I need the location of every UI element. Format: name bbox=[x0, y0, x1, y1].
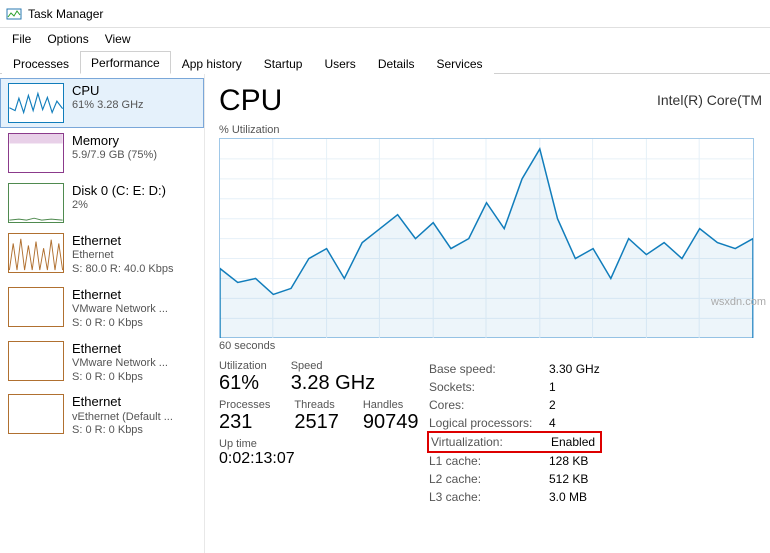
detail-pane: CPU Intel(R) Core(TM % Utilization 60 se… bbox=[205, 74, 770, 553]
detail-title: CPU bbox=[219, 84, 282, 118]
info-key: L1 cache: bbox=[429, 452, 549, 470]
uptime-value: 0:02:13:07 bbox=[219, 450, 429, 468]
processes-label: Processes bbox=[219, 399, 270, 411]
utilization-label: Utilization bbox=[219, 360, 267, 372]
content: CPU 61% 3.28 GHz Memory 5.9/7.9 GB (75%)… bbox=[0, 74, 770, 553]
window-title: Task Manager bbox=[28, 7, 103, 21]
sidebar-item-disk[interactable]: Disk 0 (C: E: D:) 2% bbox=[0, 178, 204, 228]
sidebar-item-label: Disk 0 (C: E: D:) bbox=[72, 183, 166, 199]
sidebar-item-sub2: S: 0 R: 0 Kbps bbox=[72, 424, 173, 438]
info-value: 1 bbox=[549, 378, 556, 396]
chart-footer: 60 seconds bbox=[219, 340, 762, 352]
sidebar-item-ethernet-4[interactable]: Ethernet vEthernet (Default ... S: 0 R: … bbox=[0, 389, 204, 443]
chart-label: % Utilization bbox=[219, 124, 762, 136]
sidebar-item-cpu[interactable]: CPU 61% 3.28 GHz bbox=[0, 78, 204, 128]
threads-label: Threads bbox=[294, 399, 339, 411]
uptime-label: Up time bbox=[219, 438, 429, 450]
info-value: 4 bbox=[549, 414, 556, 432]
sidebar-item-ethernet-2[interactable]: Ethernet VMware Network ... S: 0 R: 0 Kb… bbox=[0, 282, 204, 336]
disk-thumb-icon bbox=[8, 183, 64, 223]
info-row: Virtualization:Enabled bbox=[427, 431, 602, 453]
cpu-utilization-chart bbox=[219, 138, 754, 338]
info-value: 128 KB bbox=[549, 452, 588, 470]
sidebar-item-ethernet-3[interactable]: Ethernet VMware Network ... S: 0 R: 0 Kb… bbox=[0, 336, 204, 390]
info-table: Base speed:3.30 GHzSockets:1Cores:2Logic… bbox=[429, 360, 600, 506]
info-row: Sockets:1 bbox=[429, 378, 600, 396]
processes-value: 231 bbox=[219, 411, 270, 434]
sidebar-item-sub: 2% bbox=[72, 199, 166, 213]
sidebar-item-sub2: S: 80.0 R: 40.0 Kbps bbox=[72, 263, 174, 277]
tab-details[interactable]: Details bbox=[367, 52, 426, 74]
app-icon bbox=[6, 6, 22, 22]
info-row: Base speed:3.30 GHz bbox=[429, 360, 600, 378]
info-key: Base speed: bbox=[429, 360, 549, 378]
utilization-value: 61% bbox=[219, 372, 267, 395]
sidebar-item-sub: 61% 3.28 GHz bbox=[72, 99, 144, 113]
tab-startup[interactable]: Startup bbox=[253, 52, 314, 74]
info-row: Cores:2 bbox=[429, 396, 600, 414]
cpu-model: Intel(R) Core(TM bbox=[657, 84, 762, 108]
sidebar-item-ethernet-1[interactable]: Ethernet Ethernet S: 80.0 R: 40.0 Kbps bbox=[0, 228, 204, 282]
tab-users[interactable]: Users bbox=[313, 52, 366, 74]
sidebar-item-sub: 5.9/7.9 GB (75%) bbox=[72, 149, 157, 163]
sidebar-item-sub: vEthernet (Default ... bbox=[72, 411, 173, 425]
info-key: Sockets: bbox=[429, 378, 549, 396]
info-row: L3 cache:3.0 MB bbox=[429, 488, 600, 506]
info-row: L1 cache:128 KB bbox=[429, 452, 600, 470]
info-value: Enabled bbox=[551, 433, 595, 451]
menubar: File Options View bbox=[0, 28, 770, 50]
info-value: 3.30 GHz bbox=[549, 360, 600, 378]
speed-label: Speed bbox=[291, 360, 375, 372]
sidebar-item-label: Ethernet bbox=[72, 341, 168, 357]
menu-options[interactable]: Options bbox=[39, 30, 96, 48]
tabbar: Processes Performance App history Startu… bbox=[0, 50, 770, 74]
tab-services[interactable]: Services bbox=[426, 52, 494, 74]
memory-thumb-icon bbox=[8, 133, 64, 173]
threads-value: 2517 bbox=[294, 411, 339, 434]
sidebar-item-sub: VMware Network ... bbox=[72, 357, 168, 371]
menu-view[interactable]: View bbox=[97, 30, 139, 48]
sidebar-item-label: Ethernet bbox=[72, 287, 168, 303]
watermark: wsxdn.com bbox=[711, 296, 766, 308]
sidebar-item-label: Memory bbox=[72, 133, 157, 149]
ethernet-thumb-icon bbox=[8, 394, 64, 434]
tab-app-history[interactable]: App history bbox=[171, 52, 253, 74]
ethernet-thumb-icon bbox=[8, 233, 64, 273]
sidebar-item-sub2: S: 0 R: 0 Kbps bbox=[72, 317, 168, 331]
ethernet-thumb-icon bbox=[8, 287, 64, 327]
speed-value: 3.28 GHz bbox=[291, 372, 375, 395]
tab-processes[interactable]: Processes bbox=[2, 52, 80, 74]
cpu-thumb-icon bbox=[8, 83, 64, 123]
info-value: 512 KB bbox=[549, 470, 588, 488]
sidebar-item-memory[interactable]: Memory 5.9/7.9 GB (75%) bbox=[0, 128, 204, 178]
info-value: 3.0 MB bbox=[549, 488, 587, 506]
ethernet-thumb-icon bbox=[8, 341, 64, 381]
info-row: L2 cache:512 KB bbox=[429, 470, 600, 488]
handles-label: Handles bbox=[363, 399, 419, 411]
sidebar-item-sub: VMware Network ... bbox=[72, 303, 168, 317]
info-key: L2 cache: bbox=[429, 470, 549, 488]
sidebar-item-sub2: S: 0 R: 0 Kbps bbox=[72, 371, 168, 385]
info-value: 2 bbox=[549, 396, 556, 414]
sidebar-item-label: Ethernet bbox=[72, 394, 173, 410]
info-key: Logical processors: bbox=[429, 414, 549, 432]
sidebar-item-label: CPU bbox=[72, 83, 144, 99]
sidebar-item-label: Ethernet bbox=[72, 233, 174, 249]
info-key: Virtualization: bbox=[431, 433, 551, 451]
handles-value: 90749 bbox=[363, 411, 419, 434]
info-row: Logical processors:4 bbox=[429, 414, 600, 432]
menu-file[interactable]: File bbox=[4, 30, 39, 48]
info-key: Cores: bbox=[429, 396, 549, 414]
info-key: L3 cache: bbox=[429, 488, 549, 506]
sidebar-item-sub: Ethernet bbox=[72, 249, 174, 263]
sidebar: CPU 61% 3.28 GHz Memory 5.9/7.9 GB (75%)… bbox=[0, 74, 205, 553]
titlebar: Task Manager bbox=[0, 0, 770, 28]
tab-performance[interactable]: Performance bbox=[80, 51, 171, 74]
